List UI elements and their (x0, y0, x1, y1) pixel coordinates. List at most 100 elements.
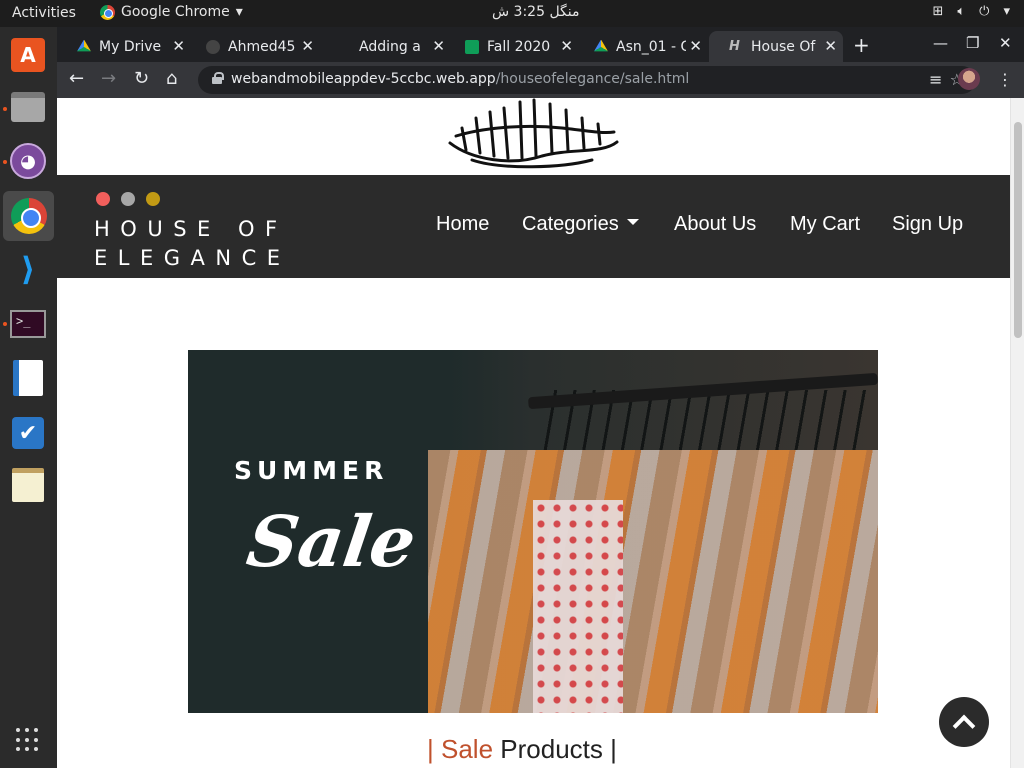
address-bar[interactable]: webandmobileappdev-5ccbc.web.app/houseof… (198, 66, 976, 94)
reload-button[interactable]: ↻ (134, 68, 149, 89)
home-button[interactable]: ⌂ (166, 68, 177, 89)
window-dots (96, 192, 160, 206)
chevron-up-icon (952, 714, 976, 738)
page-scrollbar[interactable] (1010, 98, 1024, 768)
close-icon[interactable]: ✕ (432, 37, 445, 55)
brand-line-2: ELEGANCE (94, 246, 291, 270)
sheets-icon (465, 39, 479, 54)
writer-icon (13, 360, 43, 396)
dot-gray (121, 192, 135, 206)
app-grid-icon (16, 728, 40, 752)
lock-icon (212, 72, 224, 84)
activities-button[interactable]: Activities (12, 5, 76, 21)
page-viewport: HOUSE OF ELEGANCE Home Categories About … (57, 98, 1024, 768)
tab-fall-2020[interactable]: Fall 2020 ✕ (445, 31, 579, 62)
dock-todo[interactable]: ✔ (8, 413, 48, 453)
github-icon (206, 39, 220, 54)
drive-icon (594, 39, 608, 52)
nav-about-us[interactable]: About Us (674, 213, 756, 236)
url-text[interactable]: webandmobileappdev-5ccbc.web.app/houseof… (231, 71, 689, 87)
blank-icon (337, 40, 351, 54)
dock-files[interactable] (8, 87, 48, 127)
banner-summer-text: SUMMER (234, 456, 389, 485)
tab-adding[interactable]: Adding a ✕ (317, 31, 451, 62)
close-window-button[interactable]: ✕ (999, 34, 1012, 52)
back-button[interactable]: ← (69, 68, 84, 89)
files-icon (11, 92, 45, 122)
close-icon[interactable]: ✕ (689, 37, 702, 55)
forward-button[interactable]: → (101, 68, 116, 89)
close-icon[interactable]: ✕ (301, 37, 314, 55)
banner-sale-text: Sale (242, 500, 421, 583)
tab-title: Fall 2020 (487, 38, 551, 55)
summer-sale-banner: SUMMER Sale (188, 350, 878, 713)
system-tray[interactable]: ⊞ 🔈︎ ⏻ ▾ (932, 4, 1010, 19)
clothing-rack-image (428, 450, 878, 713)
dock-github-desktop[interactable]: ◕ (8, 141, 48, 181)
tab-title: Ahmed45 (228, 38, 296, 55)
show-applications-button[interactable] (8, 720, 48, 760)
text-editor-icon (12, 468, 44, 502)
tab-github[interactable]: Ahmed45 ✕ (186, 31, 320, 62)
h-icon: H (729, 38, 740, 54)
new-tab-button[interactable]: + (853, 33, 870, 57)
site-logo[interactable]: HOUSE OF ELEGANCE (94, 215, 291, 273)
nav-categories-label: Categories (522, 213, 619, 235)
volume-icon: 🔈︎ (957, 4, 966, 19)
nav-categories[interactable]: Categories (522, 213, 639, 236)
power-icon: ⏻ (979, 4, 990, 19)
sale-products-heading: | Sale Products | (427, 734, 617, 765)
dock-terminal[interactable]: >_ (8, 304, 48, 344)
chrome-icon (10, 198, 47, 234)
close-icon[interactable]: ✕ (824, 37, 837, 55)
running-indicator (3, 160, 7, 164)
terminal-icon: >_ (10, 310, 46, 338)
media-queue-icon[interactable]: ≡ (929, 70, 942, 89)
minimize-button[interactable]: — (933, 34, 948, 52)
tab-title: My Drive (99, 38, 162, 55)
chevron-down-icon: ▾ (1003, 4, 1010, 19)
running-indicator (3, 107, 7, 111)
checkbox-icon: ✔ (12, 417, 44, 449)
chevron-down-icon: ▾ (235, 4, 243, 20)
dock-software-center[interactable]: A (8, 35, 48, 75)
dock-writer[interactable] (8, 358, 48, 398)
tab-asn-01[interactable]: Asn_01 - G ✕ (574, 31, 708, 62)
network-icon: ⊞ (932, 4, 944, 19)
dock-vscode[interactable]: ⟩ (8, 249, 48, 289)
polka-dot-garment (533, 500, 623, 713)
tab-my-drive[interactable]: My Drive ✕ (57, 31, 191, 62)
nav-my-cart[interactable]: My Cart (790, 213, 860, 236)
dock-text-editor[interactable] (8, 465, 48, 505)
software-store-icon: A (11, 38, 45, 72)
dock: A ◕ ⟩ >_ ✔ (0, 27, 57, 768)
restore-button[interactable]: ❐ (966, 34, 979, 52)
bismillah-calligraphy (448, 98, 619, 169)
scroll-to-top-button[interactable] (939, 697, 989, 747)
vscode-icon: ⟩ (20, 250, 36, 288)
running-indicator (3, 322, 7, 326)
heading-rest: Products (500, 734, 603, 764)
heading-accent: Sale (441, 734, 494, 764)
dot-gold (146, 192, 160, 206)
tab-house-of-elegance[interactable]: H House Of ✕ (709, 31, 843, 62)
browser-toolbar: ← → ↻ ⌂ webandmobileappdev-5ccbc.web.app… (57, 62, 1024, 98)
tab-title: House Of (751, 38, 816, 55)
app-menu-label: Google Chrome (121, 4, 230, 20)
nav-home[interactable]: Home (436, 213, 489, 236)
clock[interactable]: منگل 3:25 ش (492, 4, 580, 20)
scrollbar-thumb[interactable] (1014, 122, 1022, 338)
heading-bar-left: | (427, 734, 434, 764)
profile-avatar[interactable] (958, 68, 980, 90)
app-menu[interactable]: Google Chrome ▾ (100, 4, 243, 20)
brand-line-1: HOUSE OF (94, 217, 288, 241)
close-icon[interactable]: ✕ (560, 37, 573, 55)
github-icon: ◕ (10, 143, 46, 179)
dot-red (96, 192, 110, 206)
tab-title: Asn_01 - G (616, 38, 686, 55)
close-icon[interactable]: ✕ (172, 37, 185, 55)
more-menu-icon[interactable]: ⋮ (997, 70, 1013, 89)
dock-chrome[interactable] (3, 191, 54, 241)
site-navbar: HOUSE OF ELEGANCE Home Categories About … (57, 175, 1010, 278)
nav-sign-up[interactable]: Sign Up (892, 213, 963, 236)
